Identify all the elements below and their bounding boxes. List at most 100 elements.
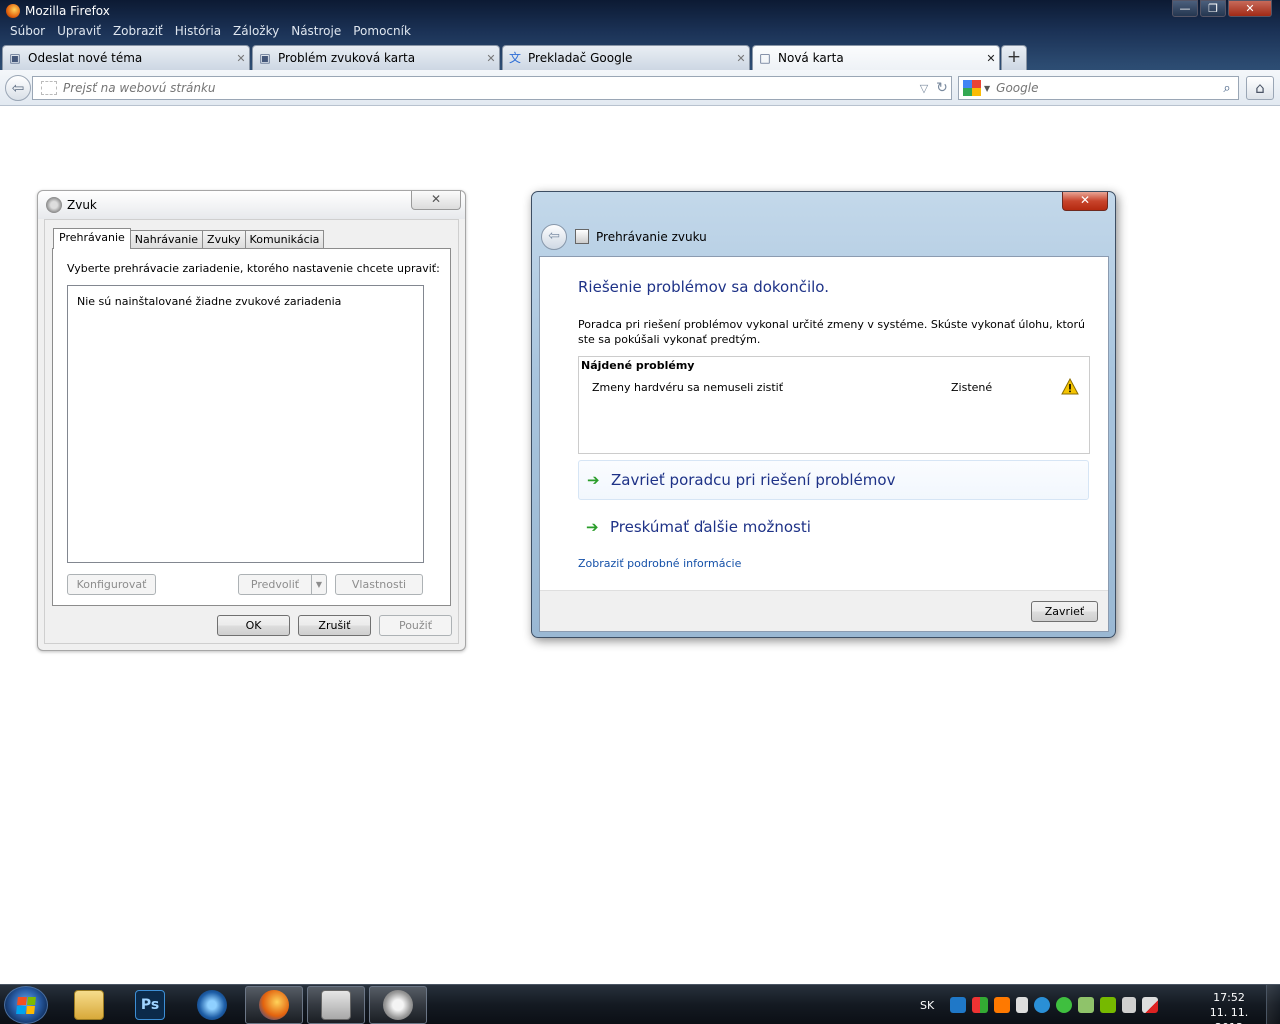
properties-button[interactable]: Vlastnosti bbox=[335, 574, 423, 595]
tab-nahravanie[interactable]: Nahrávanie bbox=[129, 230, 204, 249]
troubleshooter-window: ✕ ⇦ Prehrávanie zvuku Riešenie problémov… bbox=[531, 191, 1116, 638]
troubleshooter-description: Poradca pri riešení problémov vykonal ur… bbox=[578, 318, 1086, 346]
sound-dialog-tabs: Prehrávanie Nahrávanie Zvuky Komunikácia bbox=[53, 228, 325, 249]
app-grid-icon[interactable] bbox=[972, 997, 989, 1013]
tab-label: Nová karta bbox=[778, 51, 844, 65]
safely-remove-hardware-icon[interactable] bbox=[1078, 997, 1095, 1013]
ok-button[interactable]: OK bbox=[217, 615, 290, 636]
apply-button[interactable]: Použiť bbox=[379, 615, 452, 636]
menu-pomocnik[interactable]: Pomocník bbox=[347, 22, 417, 42]
close-icon[interactable]: ✕ bbox=[483, 52, 499, 65]
tab-zvuky[interactable]: Zvuky bbox=[202, 230, 246, 249]
tab-nova-karta[interactable]: □ Nová karta ✕ bbox=[752, 45, 1000, 70]
windows-logo-icon bbox=[16, 997, 36, 1014]
speaker-icon bbox=[46, 197, 62, 213]
set-default-dropdown-button[interactable]: ▼ bbox=[311, 574, 327, 595]
system-tray: SK bbox=[920, 985, 1159, 1024]
troubleshooter-footer: Zavrieť bbox=[540, 590, 1108, 631]
playback-device-list[interactable]: Nie sú nainštalované žiadne zvukové zari… bbox=[67, 285, 424, 563]
start-button[interactable] bbox=[4, 986, 48, 1024]
tab-prehravanie[interactable]: Prehrávanie bbox=[53, 228, 131, 249]
show-desktop-button[interactable] bbox=[1266, 985, 1280, 1024]
problem-status: Zistené bbox=[951, 381, 993, 394]
back-button[interactable]: ⇦ bbox=[5, 75, 31, 101]
sound-dialog-title: Zvuk bbox=[67, 198, 97, 212]
problems-found-panel: Nájdené problémy Zmeny hardvéru sa nemus… bbox=[578, 356, 1090, 454]
network-icon[interactable] bbox=[1122, 997, 1137, 1013]
sound-dialog-close-button[interactable]: ✕ bbox=[411, 191, 461, 210]
tab-prekladac-google[interactable]: 文 Prekladač Google ✕ bbox=[502, 45, 750, 70]
close-button[interactable]: Zavrieť bbox=[1031, 601, 1098, 622]
movistar-icon[interactable] bbox=[950, 997, 967, 1013]
tab-label: Odeslat nové téma bbox=[28, 51, 143, 65]
tab-label: Problém zvuková karta bbox=[278, 51, 416, 65]
ccleaner-icon[interactable] bbox=[1034, 997, 1051, 1013]
taskbar-photoshop[interactable]: Ps bbox=[121, 986, 179, 1024]
close-icon[interactable]: ✕ bbox=[733, 52, 749, 65]
no-devices-message: Nie sú nainštalované žiadne zvukové zari… bbox=[77, 295, 342, 308]
firefox-logo-icon bbox=[6, 4, 20, 18]
menu-historia[interactable]: História bbox=[169, 22, 227, 42]
menu-zalozky[interactable]: Záložky bbox=[227, 22, 285, 42]
clock-date: 11. 11. 2013 bbox=[1209, 1006, 1249, 1024]
menu-bar: Súbor Upraviť Zobraziť História Záložky … bbox=[0, 22, 417, 42]
troubleshooter-heading: Riešenie problémov sa dokončilo. bbox=[578, 278, 829, 296]
language-indicator[interactable]: SK bbox=[920, 999, 934, 1012]
search-bar[interactable]: ▼ ⌕ bbox=[958, 76, 1239, 100]
back-arrow-icon: ⇦ bbox=[11, 79, 25, 97]
engine-dropdown-icon[interactable]: ▼ bbox=[984, 84, 990, 93]
new-tab-button[interactable]: + bbox=[1001, 45, 1027, 70]
explore-more-options-link[interactable]: ➔ Preskúmať ďalšie možnosti bbox=[578, 507, 1089, 547]
tab-strip: ▣ Odeslat nové téma ✕ ▣ Problém zvuková … bbox=[0, 44, 1280, 70]
dropdown-arrow-icon[interactable]: ▽ bbox=[915, 82, 933, 95]
nvidia-icon[interactable] bbox=[1100, 997, 1117, 1013]
site-identity-icon[interactable] bbox=[41, 81, 57, 95]
restore-button[interactable]: ❐ bbox=[1200, 0, 1226, 17]
troubleshooter-back-button[interactable]: ⇦ bbox=[541, 224, 567, 250]
menu-nastroje[interactable]: Nástroje bbox=[285, 22, 347, 42]
url-bar[interactable]: ▽ ↻ bbox=[32, 76, 952, 100]
orange-icon[interactable] bbox=[994, 997, 1011, 1013]
control-panel-icon bbox=[321, 990, 351, 1020]
menu-upravit[interactable]: Upraviť bbox=[51, 22, 107, 42]
tab-label: Prekladač Google bbox=[528, 51, 633, 65]
green-circle-icon[interactable] bbox=[1056, 997, 1073, 1013]
clock[interactable]: 17:52 11. 11. 2013 bbox=[1196, 990, 1262, 1024]
troubleshooter-close-button[interactable]: ✕ bbox=[1062, 192, 1108, 211]
reload-icon[interactable]: ↻ bbox=[933, 80, 951, 96]
chevron-down-icon: ▼ bbox=[315, 580, 323, 589]
configure-button[interactable]: Konfigurovať bbox=[67, 574, 156, 595]
cancel-button[interactable]: Zrušiť bbox=[298, 615, 371, 636]
explore-more-options-label: Preskúmať ďalšie možnosti bbox=[610, 518, 811, 536]
taskbar-media-center[interactable] bbox=[183, 986, 241, 1024]
close-icon[interactable]: ✕ bbox=[233, 52, 249, 65]
home-button[interactable]: ⌂ bbox=[1246, 76, 1274, 100]
menu-zobrazit[interactable]: Zobraziť bbox=[107, 22, 169, 42]
search-input[interactable] bbox=[996, 81, 1216, 95]
set-default-button[interactable]: Predvoliť bbox=[238, 574, 312, 595]
green-arrow-icon: ➔ bbox=[586, 518, 599, 536]
close-window-button[interactable]: ✕ bbox=[1228, 0, 1272, 17]
taskbar-sound[interactable] bbox=[369, 986, 427, 1024]
url-input[interactable] bbox=[63, 81, 915, 95]
sound-dialog: Zvuk ✕ Prehrávanie Nahrávanie Zvuky Komu… bbox=[37, 190, 466, 651]
volume-muted-icon[interactable] bbox=[1142, 997, 1159, 1013]
taskbar-explorer[interactable] bbox=[60, 986, 118, 1024]
tab-problem-zvukova-karta[interactable]: ▣ Problém zvuková karta ✕ bbox=[252, 45, 500, 70]
close-icon[interactable]: ✕ bbox=[983, 52, 999, 65]
taskbar-control-panel[interactable] bbox=[307, 986, 365, 1024]
search-icon[interactable]: ⌕ bbox=[1216, 81, 1238, 96]
blank-page-icon: □ bbox=[759, 51, 771, 65]
minimize-button[interactable]: — bbox=[1172, 0, 1198, 17]
taskbar-firefox[interactable] bbox=[245, 986, 303, 1024]
tab-odeslat-nove-tema[interactable]: ▣ Odeslat nové téma ✕ bbox=[2, 45, 250, 70]
menu-subor[interactable]: Súbor bbox=[4, 22, 51, 42]
view-detailed-info-link[interactable]: Zobraziť podrobné informácie bbox=[578, 557, 741, 570]
google-icon[interactable] bbox=[963, 80, 981, 96]
close-troubleshooter-label: Zavrieť poradcu pri riešení problémov bbox=[611, 471, 896, 489]
tab-komunikacia[interactable]: Komunikácia bbox=[244, 230, 325, 249]
home-icon: ⌂ bbox=[1255, 79, 1265, 97]
close-troubleshooter-link[interactable]: ➔ Zavrieť poradcu pri riešení problémov bbox=[578, 460, 1089, 500]
folder-icon bbox=[74, 990, 104, 1020]
action-center-flag-icon[interactable] bbox=[1016, 997, 1029, 1013]
